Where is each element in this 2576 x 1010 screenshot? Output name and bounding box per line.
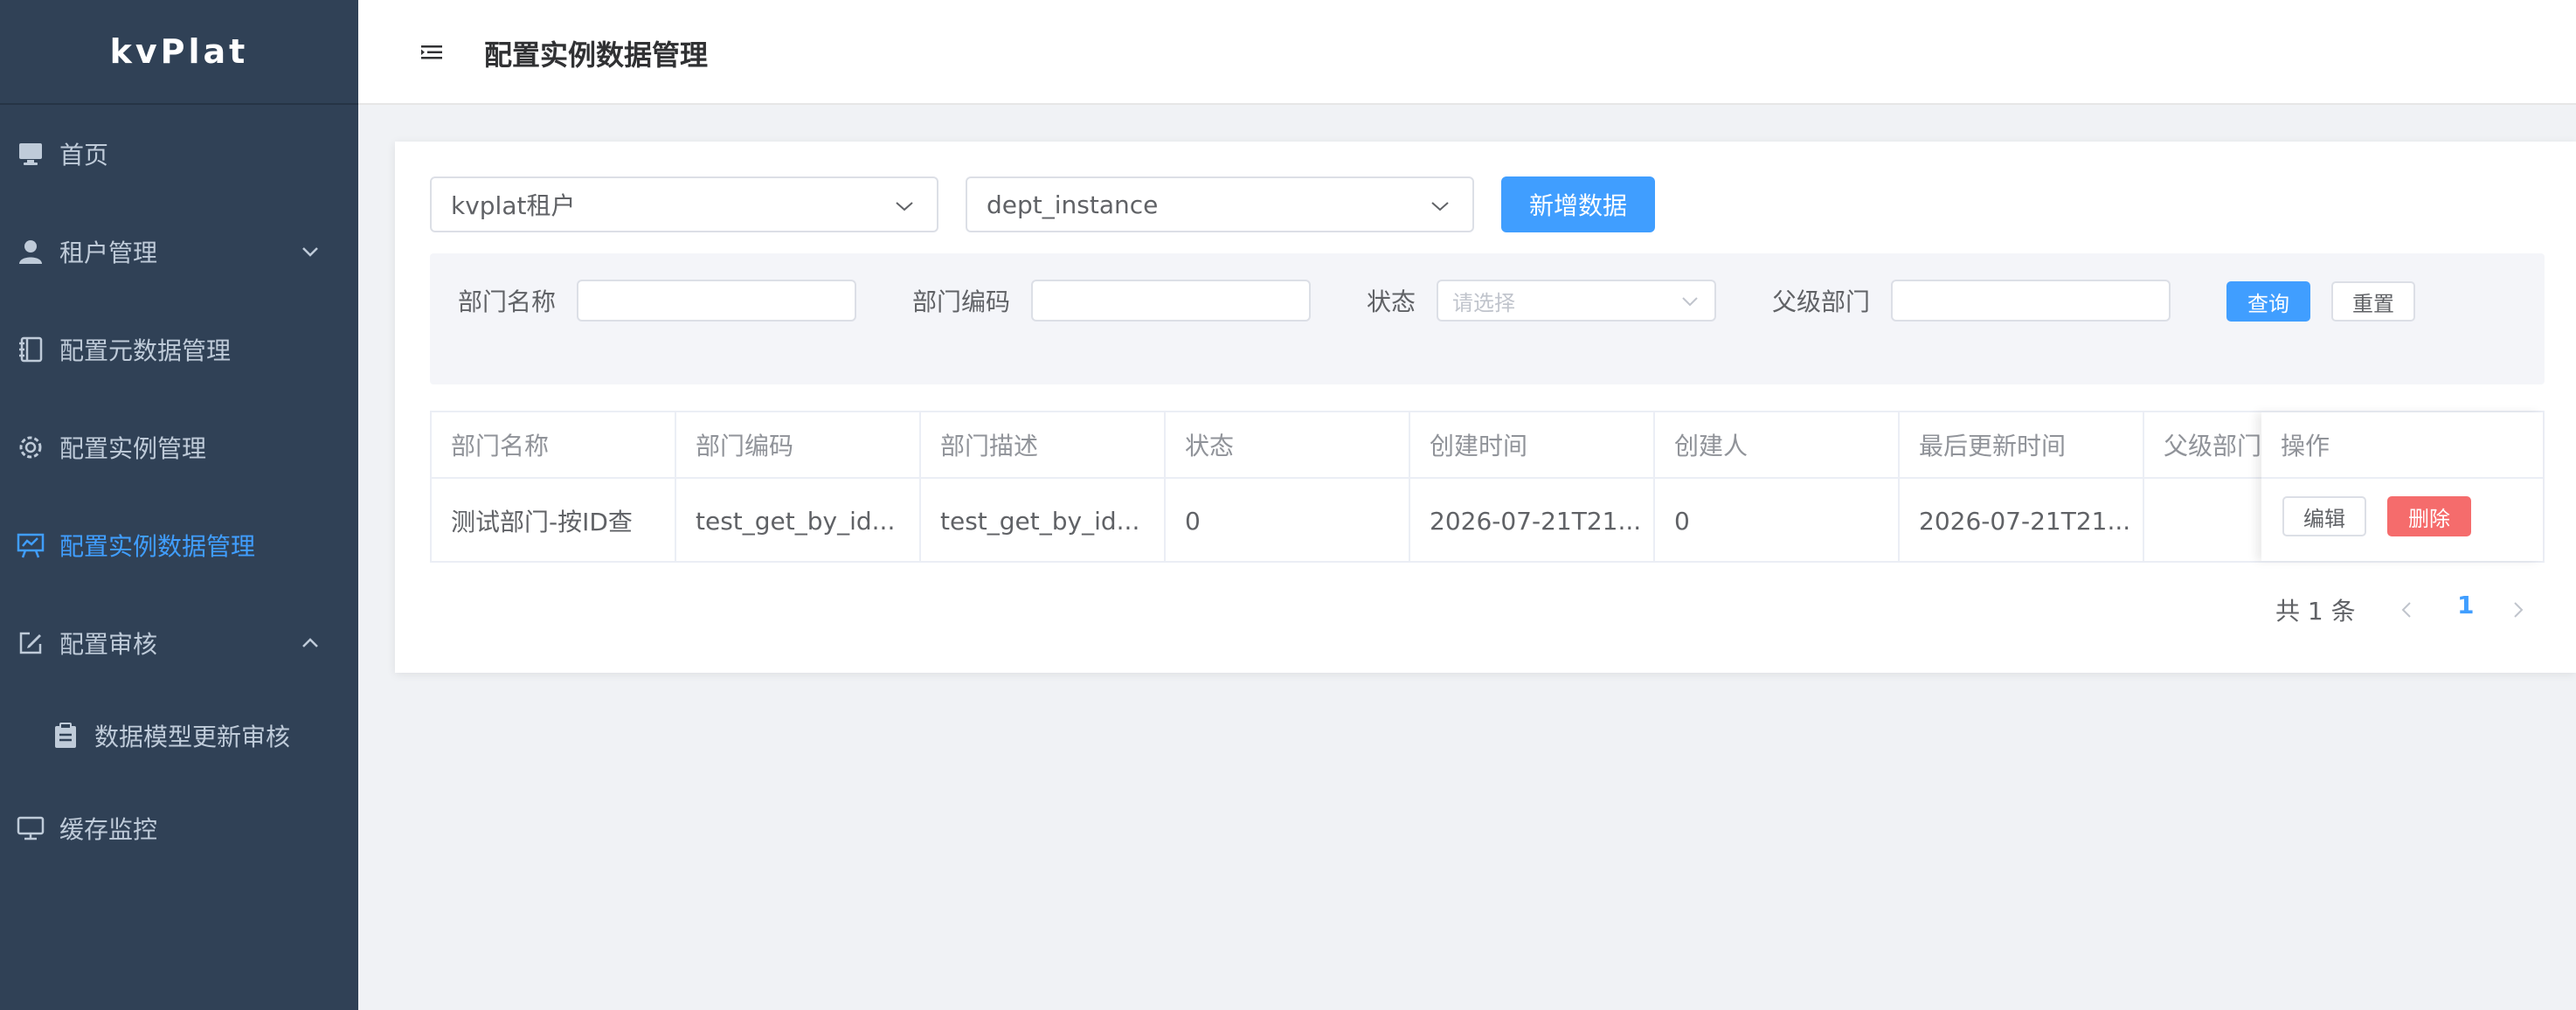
app-logo: kvPlat bbox=[0, 0, 358, 105]
add-data-button[interactable]: 新增数据 bbox=[1501, 176, 1655, 232]
operations-column: 操作 编辑 删除 bbox=[2261, 412, 2543, 561]
edit-button[interactable]: 编辑 bbox=[2282, 496, 2366, 536]
monitor-icon bbox=[16, 813, 45, 843]
gear-icon bbox=[16, 432, 45, 462]
chevron-down-icon bbox=[1682, 297, 1698, 307]
dept-name-label: 部门名称 bbox=[458, 287, 557, 316]
edit-icon bbox=[16, 628, 45, 658]
model-select-value: dept_instance bbox=[987, 190, 1159, 219]
page-title: 配置实例数据管理 bbox=[484, 38, 709, 72]
pagination-total: 共 1 条 bbox=[2275, 597, 2356, 626]
tenant-select[interactable]: kvplat租户 bbox=[430, 176, 938, 232]
sidebar-item-tenant[interactable]: 租户管理 bbox=[0, 203, 358, 301]
sidebar-item-instance[interactable]: 配置实例管理 bbox=[0, 398, 358, 496]
filter-panel: 部门名称 部门编码 状态 请选择 父级部门 查询 重置 bbox=[430, 253, 2545, 384]
column-header: 部门名称 bbox=[432, 412, 676, 479]
data-board-icon bbox=[16, 530, 45, 560]
sidebar-item-metadata[interactable]: 配置元数据管理 bbox=[0, 301, 358, 398]
sidebar-item-home[interactable]: 首页 bbox=[0, 105, 358, 203]
dept-name-input[interactable] bbox=[577, 280, 856, 322]
data-table: 部门名称 部门编码 部门描述 状态 创建时间 创建人 最后更新时间 父级部门 测… bbox=[430, 411, 2545, 563]
notebook-icon bbox=[16, 335, 45, 364]
status-placeholder: 请选择 bbox=[1452, 290, 1515, 315]
sidebar: kvPlat 首页 租户管理 配置元数据管理 配置实例管理 配置实例数据管理 配… bbox=[0, 0, 358, 1010]
table-cell: 2026-07-21T21... bbox=[1410, 479, 1655, 563]
sidebar-item-label: 配置元数据管理 bbox=[59, 336, 232, 365]
sidebar-item-label: 配置审核 bbox=[59, 630, 158, 659]
column-header: 操作 bbox=[2261, 412, 2543, 479]
chevron-down-icon bbox=[896, 202, 913, 211]
table-cell: 0 bbox=[1655, 479, 1900, 563]
sidebar-item-audit[interactable]: 配置审核 bbox=[0, 594, 358, 692]
reset-button[interactable]: 重置 bbox=[2331, 281, 2415, 322]
model-select[interactable]: dept_instance bbox=[966, 176, 1474, 232]
sidebar-item-label: 首页 bbox=[59, 141, 109, 169]
status-select[interactable]: 请选择 bbox=[1437, 280, 1716, 322]
table-cell: 2026-07-21T21... bbox=[1900, 479, 2144, 563]
table-cell: test_get_by_id... bbox=[921, 479, 1166, 563]
chevron-right-icon[interactable] bbox=[2510, 599, 2527, 620]
query-button[interactable]: 查询 bbox=[2226, 281, 2310, 322]
monitor-icon bbox=[16, 139, 45, 169]
parent-dept-label: 父级部门 bbox=[1772, 287, 1871, 316]
sidebar-item-label: 配置实例数据管理 bbox=[59, 532, 256, 561]
user-icon bbox=[16, 237, 45, 266]
table-cell: 0 bbox=[1166, 479, 1410, 563]
column-header: 部门描述 bbox=[921, 412, 1166, 479]
chevron-up-icon bbox=[302, 638, 318, 647]
table-cell: 测试部门-按ID查 bbox=[432, 479, 676, 563]
pagination-current-page[interactable]: 1 bbox=[2457, 591, 2474, 619]
sidebar-item-label: 租户管理 bbox=[59, 239, 158, 267]
column-header: 创建时间 bbox=[1410, 412, 1655, 479]
column-header: 创建人 bbox=[1655, 412, 1900, 479]
sidebar-item-cache-monitor[interactable]: 缓存监控 bbox=[0, 779, 358, 877]
column-header: 状态 bbox=[1166, 412, 1410, 479]
parent-dept-input[interactable] bbox=[1891, 280, 2171, 322]
sidebar-item-label: 数据模型更新审核 bbox=[94, 723, 291, 751]
chevron-left-icon[interactable] bbox=[2398, 599, 2415, 620]
column-header: 部门编码 bbox=[676, 412, 921, 479]
sidebar-item-model-audit[interactable]: 数据模型更新审核 bbox=[0, 687, 358, 785]
hamburger-icon[interactable] bbox=[419, 40, 444, 65]
status-label: 状态 bbox=[1367, 287, 1416, 316]
chevron-down-icon bbox=[302, 247, 318, 257]
column-header: 最后更新时间 bbox=[1900, 412, 2144, 479]
delete-button[interactable]: 删除 bbox=[2387, 496, 2471, 536]
chevron-down-icon bbox=[1431, 202, 1449, 211]
sidebar-item-label: 配置实例管理 bbox=[59, 434, 207, 463]
dept-code-input[interactable] bbox=[1031, 280, 1311, 322]
table-cell: test_get_by_id... bbox=[676, 479, 921, 563]
sidebar-item-label: 缓存监控 bbox=[59, 815, 158, 844]
sidebar-item-instance-data[interactable]: 配置实例数据管理 bbox=[0, 496, 358, 594]
clipboard-icon bbox=[51, 721, 80, 751]
top-header: 配置实例数据管理 bbox=[358, 0, 2576, 105]
dept-code-label: 部门编码 bbox=[912, 287, 1011, 316]
tenant-select-value: kvplat租户 bbox=[451, 191, 576, 220]
main-card: kvplat租户 dept_instance 新增数据 部门名称 部门编码 状态… bbox=[395, 142, 2576, 673]
